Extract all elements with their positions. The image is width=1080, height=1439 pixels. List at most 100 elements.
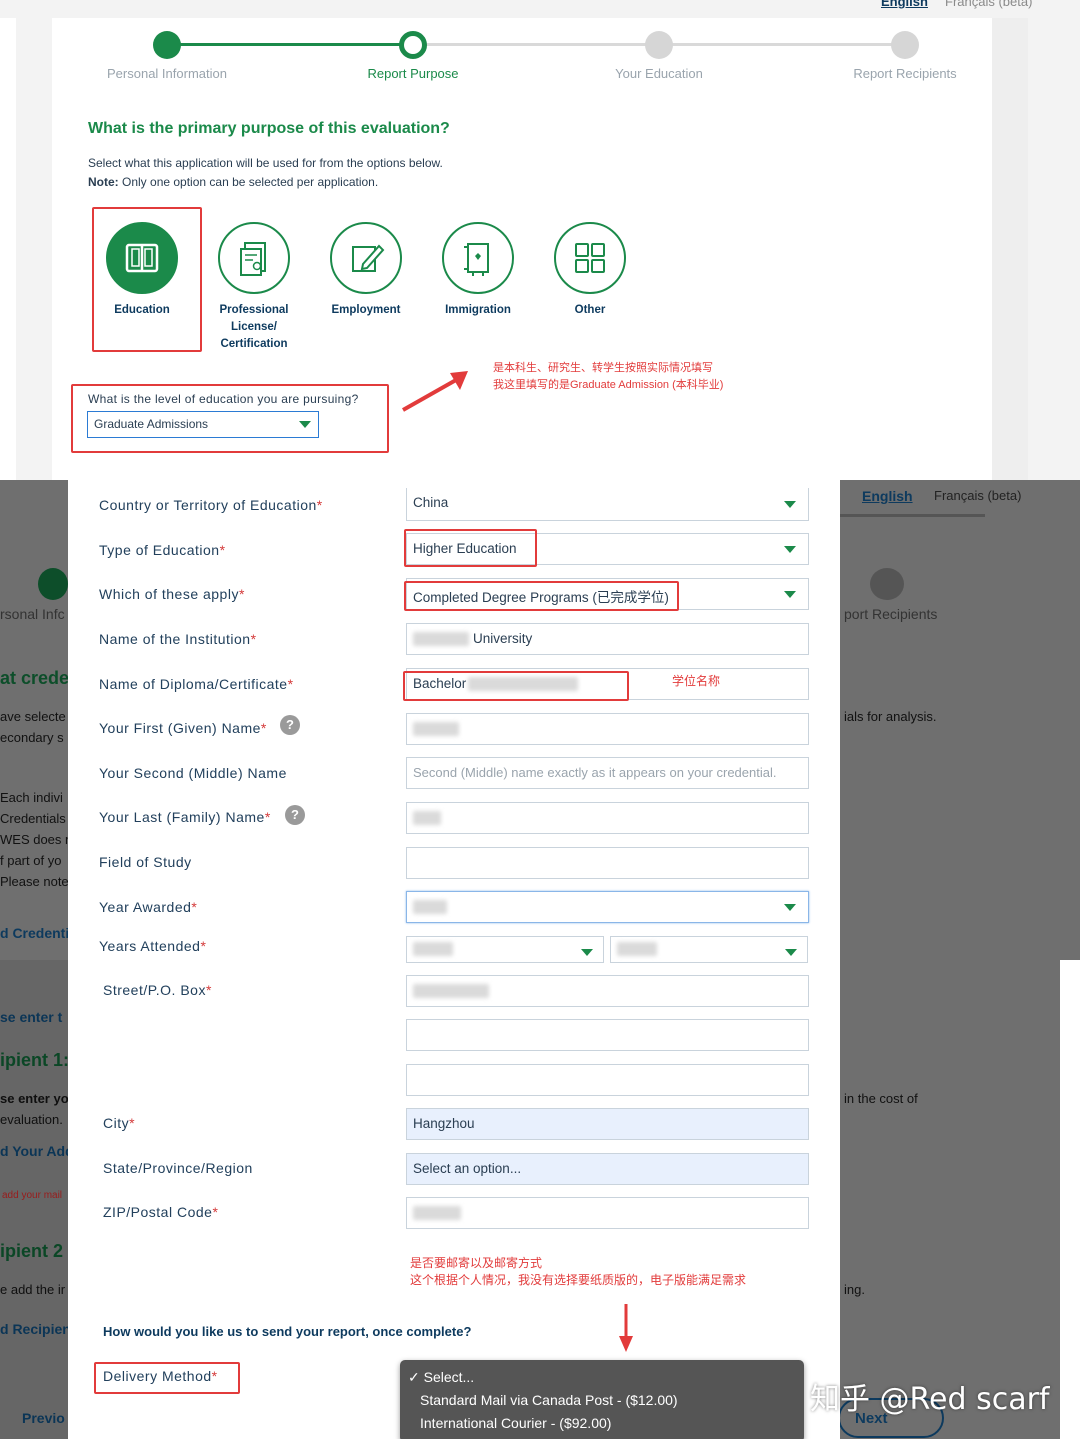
step-label-personal-information: Personal Information — [107, 66, 227, 81]
label-middle-name: Your Second (Middle) Name — [99, 765, 287, 781]
step-dot-report-purpose — [399, 31, 427, 59]
purpose-note: Note: Only one option can be selected pe… — [88, 175, 378, 189]
label-street: Street/P.O. Box* — [103, 982, 212, 998]
bg-text: in the cost of — [844, 1091, 918, 1106]
street-input-line3[interactable] — [406, 1064, 809, 1096]
label-zip: ZIP/Postal Code* — [103, 1204, 219, 1220]
option-label-professional-license: Professional License/ Certification — [219, 304, 289, 350]
annotation-arrow-icon — [402, 371, 468, 412]
chevron-down-icon — [784, 591, 796, 598]
bg-text: d Credenti — [0, 925, 70, 941]
highlight-education-option — [92, 207, 202, 352]
note-text: Only one option can be selected per appl… — [118, 175, 379, 189]
annotation-arrow-down-icon — [619, 1304, 633, 1352]
purpose-option-employment[interactable]: Employment — [311, 222, 421, 319]
bg-text: Credentials — [0, 811, 66, 826]
redacted-text — [413, 984, 489, 999]
purpose-question-title: What is the primary purpose of this eval… — [88, 120, 450, 137]
purpose-option-professional-license[interactable]: Professional License/ Certification — [199, 222, 309, 353]
zhihu-watermark: 知乎 @Red scarf — [810, 1382, 1050, 1417]
bg-text: Each indivi — [0, 790, 63, 805]
highlight-type-of-education — [404, 529, 537, 567]
label-which-apply: Which of these apply* — [99, 586, 245, 602]
years-attended-end-select[interactable] — [610, 936, 808, 963]
diploma-annotation: 学位名称 — [672, 674, 721, 688]
chevron-down-icon — [784, 904, 796, 911]
zip-input[interactable] — [406, 1197, 809, 1229]
bg-text: Please note — [0, 874, 69, 889]
option-label-other: Other — [574, 304, 606, 316]
delivery-option-select[interactable]: ✓ Select... — [400, 1366, 804, 1389]
street-input-line1[interactable] — [406, 975, 809, 1007]
education-form-screenshot: English Français (beta) rsonal Infc port… — [0, 480, 1080, 1439]
bg-text: port Recipients — [844, 606, 938, 622]
grid-icon — [554, 222, 626, 294]
street-input-line2[interactable] — [406, 1019, 809, 1051]
chevron-down-icon — [784, 501, 796, 508]
pencil-edit-icon — [330, 222, 402, 294]
delivery-method-dropdown[interactable]: ✓ Select... Standard Mail via Canada Pos… — [400, 1360, 804, 1439]
step-dot-report-recipients — [891, 31, 919, 59]
label-field-of-study: Field of Study — [99, 854, 192, 870]
purpose-option-other[interactable]: Other — [535, 222, 645, 319]
label-institution: Name of the Institution* — [99, 631, 257, 647]
highlight-which-apply — [404, 581, 679, 611]
option-label-immigration: Immigration — [445, 304, 511, 316]
left-gutter — [0, 18, 16, 480]
help-icon[interactable]: ? — [280, 715, 300, 735]
state-value: Select an option... — [413, 1161, 522, 1176]
delivery-option-courier[interactable]: International Courier - ($92.00) — [400, 1412, 804, 1435]
step-label-report-recipients: Report Recipients — [853, 66, 957, 81]
bg-right-edge — [1060, 960, 1080, 1439]
option-label-employment: Employment — [331, 304, 401, 316]
institution-input[interactable]: University — [406, 623, 809, 655]
mail-annotation-line2: 这个根据个人情况，我没有选择要纸质版的，电子版能满足需求 — [410, 1273, 747, 1287]
first-name-input[interactable] — [406, 713, 809, 745]
label-type-of-education: Type of Education* — [99, 542, 226, 558]
redacted-text — [617, 942, 657, 957]
delivery-option-standard-mail[interactable]: Standard Mail via Canada Post - ($12.00) — [400, 1389, 804, 1412]
send-report-question: How would you like us to send your repor… — [103, 1324, 472, 1339]
redacted-text — [413, 722, 459, 737]
label-city: City* — [103, 1115, 136, 1131]
last-name-input[interactable] — [406, 802, 809, 834]
label-first-name: Your First (Given) Name* — [99, 720, 267, 736]
highlight-education-level — [71, 384, 389, 453]
right-gutter — [992, 18, 1028, 480]
purpose-description: Select what this application will be use… — [88, 156, 443, 170]
language-french-link[interactable]: Français (beta) — [945, 0, 1032, 9]
country-select[interactable]: China — [406, 488, 809, 521]
bg-text: ials for analysis. — [844, 709, 937, 724]
purpose-option-immigration[interactable]: Immigration — [423, 222, 533, 319]
city-input[interactable]: Hangzhou — [406, 1108, 809, 1140]
year-awarded-select[interactable] — [406, 891, 809, 923]
label-years-attended: Years Attended* — [99, 938, 207, 954]
bg-stepper-line — [840, 514, 985, 517]
purpose-annotation-line2: 我这里填写的是Graduate Admission (本科毕业) — [493, 379, 724, 391]
label-country: Country or Territory of Education* — [99, 497, 323, 513]
highlight-delivery-method — [94, 1362, 240, 1394]
bg-language-english: English — [862, 488, 913, 504]
step-label-report-purpose: Report Purpose — [367, 66, 459, 81]
language-english-link[interactable]: English — [881, 0, 928, 9]
label-year-awarded: Year Awarded* — [99, 899, 198, 915]
country-value: China — [413, 495, 449, 510]
bg-left-shade — [0, 960, 70, 1439]
redacted-text — [413, 1206, 461, 1221]
step-dot-your-education — [645, 31, 673, 59]
city-value: Hangzhou — [413, 1116, 475, 1131]
years-attended-start-select[interactable] — [406, 936, 604, 963]
help-icon[interactable]: ? — [285, 805, 305, 825]
state-select[interactable]: Select an option... — [406, 1153, 809, 1185]
bg-text: at crede — [0, 668, 70, 688]
bg-step-dot — [38, 568, 68, 600]
middle-name-input[interactable]: Second (Middle) name exactly as it appea… — [406, 757, 809, 789]
bg-text: ing. — [844, 1282, 865, 1297]
redacted-text — [413, 811, 441, 826]
bg-language-french: Français (beta) — [934, 488, 1022, 503]
bg-text: f part of yo — [0, 853, 62, 868]
bg-text: rsonal Infc — [0, 606, 65, 622]
field-of-study-input[interactable] — [406, 847, 809, 879]
redacted-text — [413, 942, 453, 957]
step-label-your-education: Your Education — [615, 66, 703, 81]
